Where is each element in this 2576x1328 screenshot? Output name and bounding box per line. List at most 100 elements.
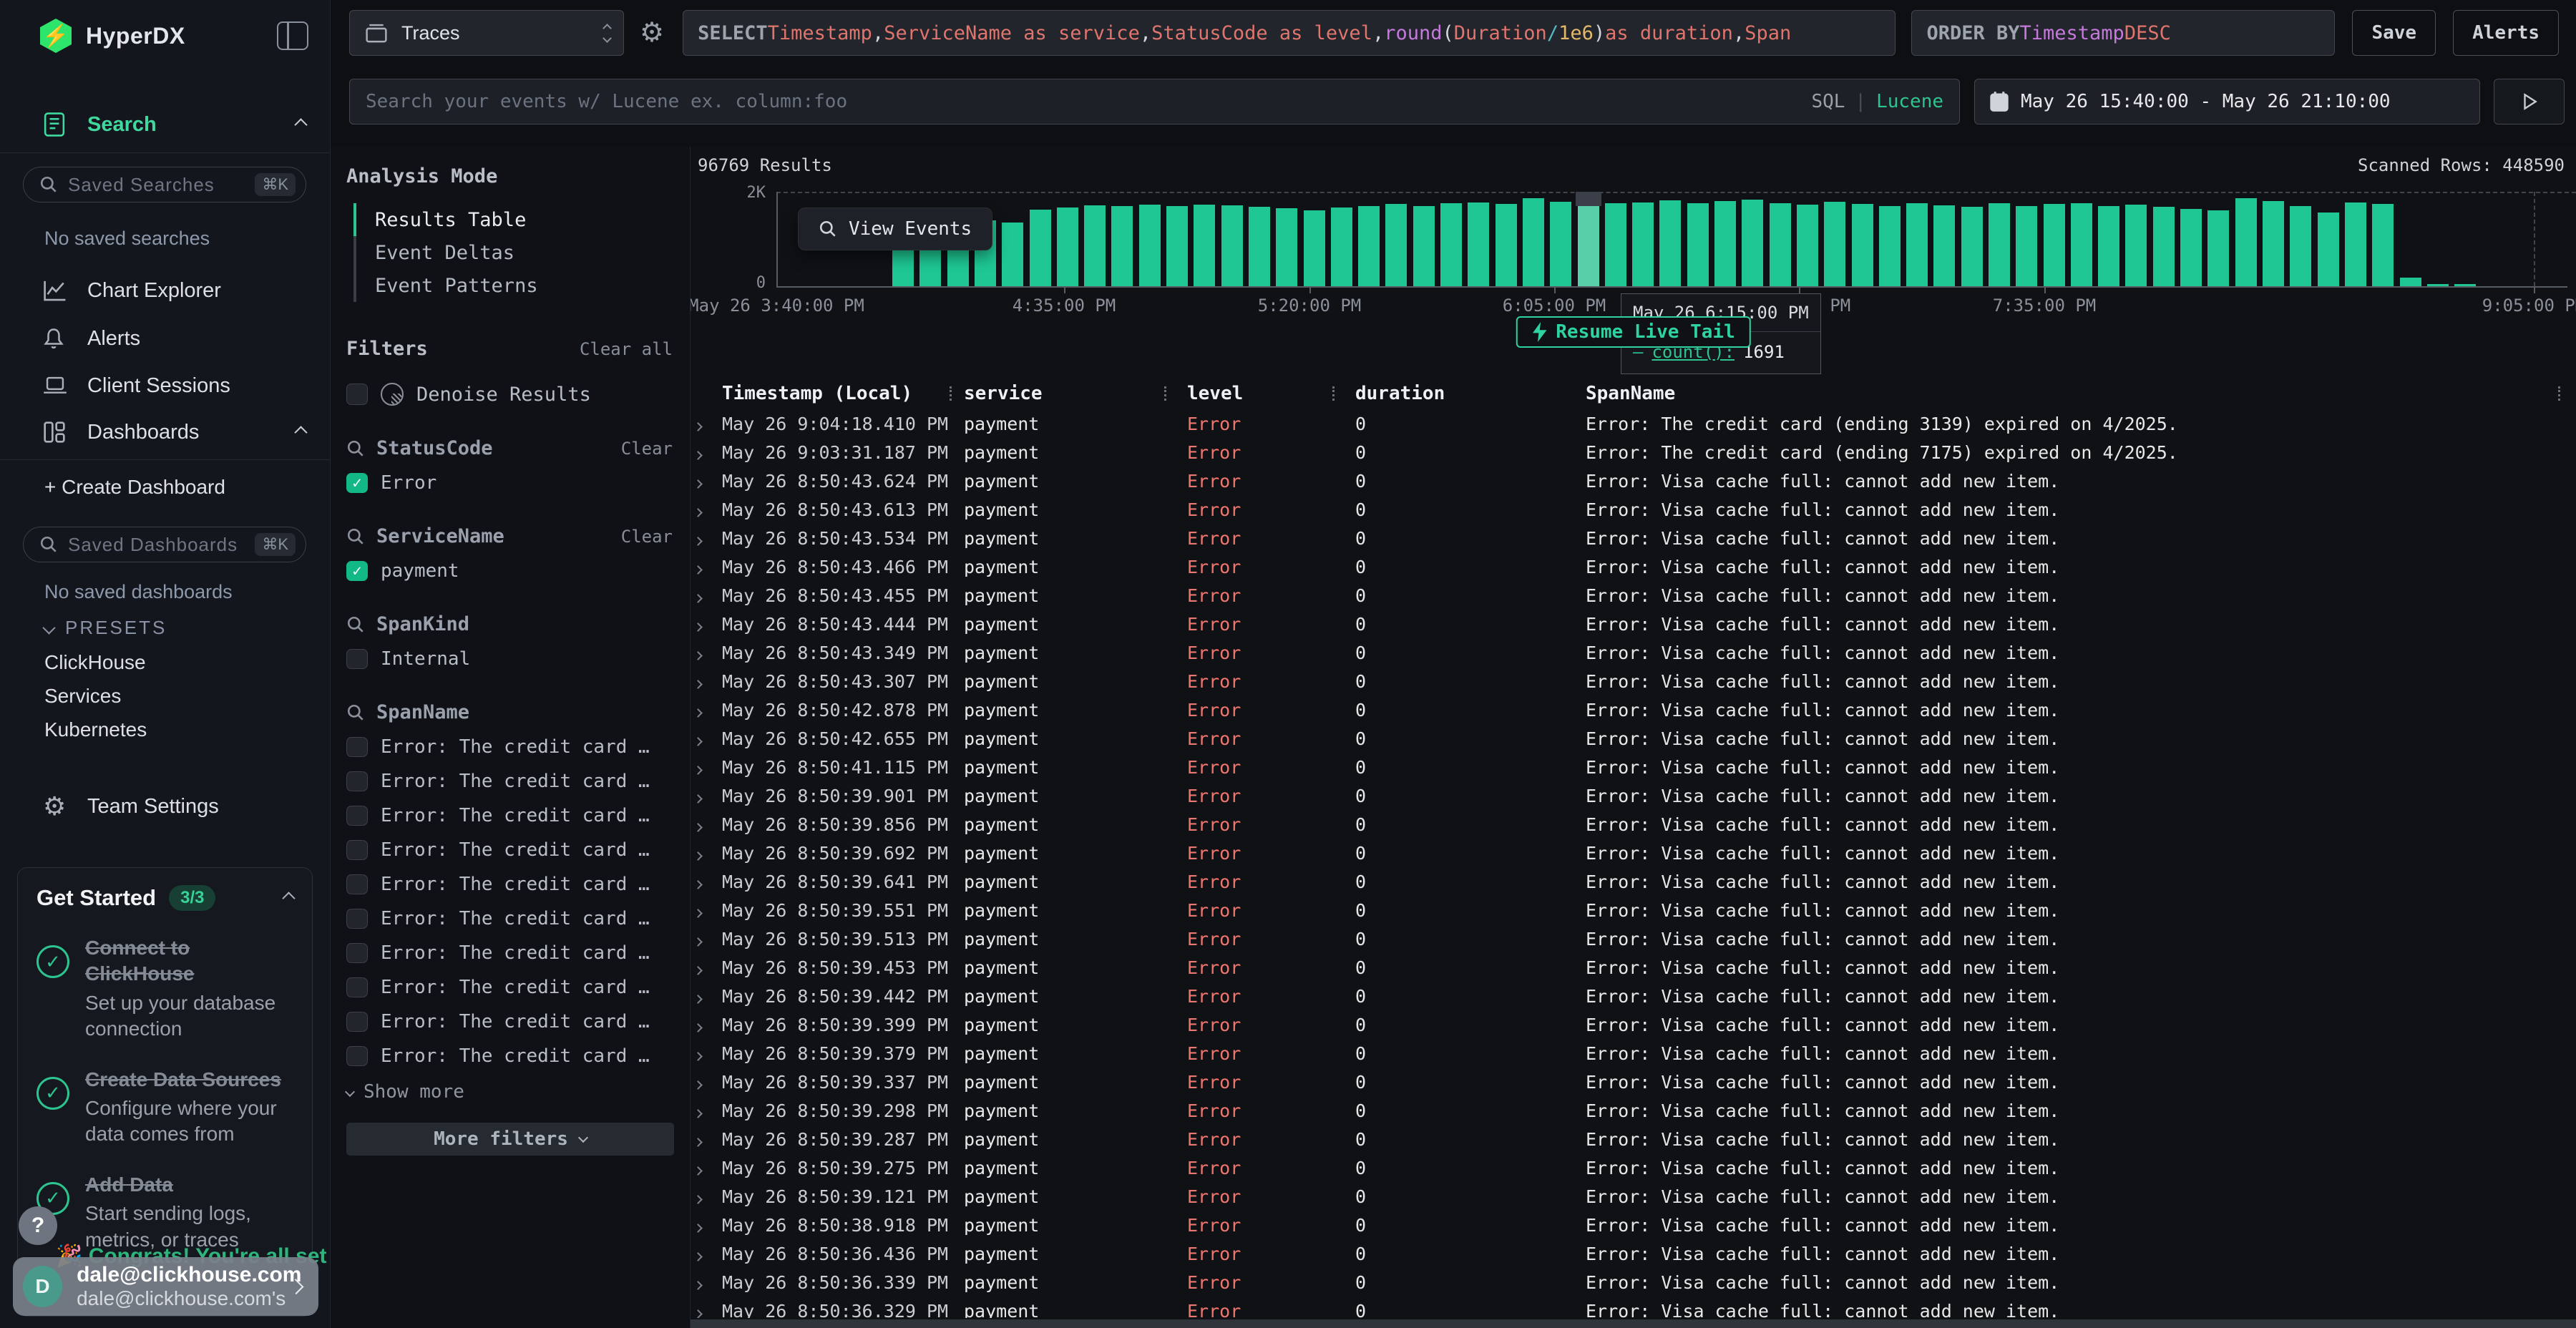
histogram-bar[interactable] [1906, 203, 1928, 286]
histogram-bar[interactable] [2180, 209, 2202, 286]
more-filters-button[interactable]: More filters [346, 1123, 674, 1156]
histogram-bar[interactable] [1057, 208, 1078, 286]
table-row[interactable]: May 26 8:50:42.655 PMpaymentError0Error:… [691, 724, 2576, 753]
filter-option[interactable]: Error: The credit card … [346, 805, 673, 826]
histogram-bar[interactable] [1550, 202, 1571, 286]
preset-item-services[interactable]: Services [44, 685, 121, 708]
filter-clear-button[interactable]: Clear [621, 527, 673, 547]
table-row[interactable]: May 26 8:50:39.287 PMpaymentError0Error:… [691, 1125, 2576, 1153]
histogram-bar[interactable] [2263, 201, 2284, 286]
filter-option[interactable]: Error: The credit card … [346, 771, 673, 792]
histogram-bar[interactable] [2427, 284, 2449, 286]
histogram-bar[interactable] [2454, 284, 2476, 286]
horizontal-scrollbar[interactable] [691, 1319, 2576, 1328]
histogram-bar[interactable] [1961, 207, 1983, 286]
event-search-input[interactable]: Search your events w/ Lucene ex. column:… [349, 79, 1960, 125]
filter-option[interactable]: Error: The credit card … [346, 1011, 673, 1032]
sidebar-item-chart-explorer[interactable]: Chart Explorer [0, 273, 330, 308]
run-search-button[interactable] [2494, 79, 2565, 125]
checkbox-unchecked[interactable] [346, 1046, 368, 1066]
histogram-bar[interactable] [1797, 205, 1818, 286]
lucene-mode-toggle[interactable]: Lucene [1876, 91, 1943, 112]
histogram-bar[interactable] [1496, 204, 1517, 286]
histogram-bar[interactable] [1221, 205, 1243, 286]
col-service[interactable]: service [960, 378, 1174, 409]
row-expand-chevron-icon[interactable] [691, 1244, 716, 1264]
chevron-up-icon[interactable] [282, 892, 295, 904]
checkbox-unchecked[interactable] [346, 806, 368, 826]
table-row[interactable]: May 26 9:04:18.410 PMpaymentError0Error:… [691, 409, 2576, 438]
row-expand-chevron-icon[interactable] [691, 1043, 716, 1064]
filter-option[interactable]: Error: The credit card … [346, 839, 673, 861]
row-expand-chevron-icon[interactable] [691, 986, 716, 1007]
save-button[interactable]: Save [2352, 10, 2436, 56]
row-expand-chevron-icon[interactable] [691, 585, 716, 606]
histogram-bar[interactable] [1385, 204, 1407, 286]
get-started-item[interactable]: ✓Connect to ClickHouseSet up your databa… [36, 935, 293, 1043]
order-by-editor[interactable]: ORDER BY Timestamp DESC [1911, 10, 2335, 56]
histogram-bar[interactable] [1166, 206, 1188, 286]
preset-item-kubernetes[interactable]: Kubernetes [44, 718, 147, 741]
table-row[interactable]: May 26 9:03:31.187 PMpaymentError0Error:… [691, 438, 2576, 467]
row-expand-chevron-icon[interactable] [691, 1186, 716, 1207]
checkbox-unchecked[interactable] [346, 977, 368, 997]
col-spanname[interactable]: SpanName [1571, 378, 2576, 409]
table-row[interactable]: May 26 8:50:43.455 PMpaymentError0Error:… [691, 581, 2576, 610]
checkbox-unchecked[interactable] [346, 840, 368, 860]
checkbox-unchecked[interactable] [346, 909, 368, 929]
checkbox-unchecked[interactable] [346, 943, 368, 963]
date-range-picker[interactable]: May 26 15:40:00 - May 26 21:10:00 [1974, 79, 2480, 125]
get-started-item[interactable]: ✓Add DataStart sending logs, metrics, or… [36, 1172, 293, 1253]
saved-searches-input[interactable]: Saved Searches ⌘K [23, 167, 306, 202]
table-row[interactable]: May 26 8:50:39.121 PMpaymentError0Error:… [691, 1182, 2576, 1211]
checkbox-unchecked[interactable] [346, 384, 368, 405]
user-menu[interactable]: D dale@clickhouse.com dale@clickhouse.co… [13, 1257, 318, 1316]
alerts-button[interactable]: Alerts [2453, 10, 2559, 56]
histogram-bar[interactable] [1933, 205, 1955, 286]
checkbox-unchecked[interactable] [346, 771, 368, 791]
table-row[interactable]: May 26 8:50:43.613 PMpaymentError0Error:… [691, 495, 2576, 524]
row-expand-chevron-icon[interactable] [691, 728, 716, 749]
histogram-bar[interactable] [1030, 210, 1051, 286]
histogram-bar[interactable] [1632, 202, 1654, 286]
row-expand-chevron-icon[interactable] [691, 1072, 716, 1093]
row-expand-chevron-icon[interactable] [691, 872, 716, 892]
histogram-bar[interactable] [2016, 206, 2037, 286]
table-row[interactable]: May 26 8:50:43.444 PMpaymentError0Error:… [691, 610, 2576, 638]
row-expand-chevron-icon[interactable] [691, 414, 716, 434]
row-expand-chevron-icon[interactable] [691, 786, 716, 806]
row-expand-chevron-icon[interactable] [691, 1100, 716, 1121]
filter-option[interactable]: Error: The credit card … [346, 942, 673, 964]
histogram-bar[interactable] [2153, 207, 2175, 286]
row-expand-chevron-icon[interactable] [691, 528, 716, 549]
histogram-bar[interactable] [2372, 204, 2394, 286]
row-expand-chevron-icon[interactable] [691, 700, 716, 721]
histogram-bar[interactable] [1824, 202, 1845, 286]
histogram-bar[interactable] [1578, 206, 1599, 286]
filter-option[interactable]: ✓payment [346, 560, 673, 582]
row-expand-chevron-icon[interactable] [691, 1272, 716, 1293]
histogram-bar[interactable] [2071, 203, 2092, 286]
histogram-bar[interactable] [1523, 198, 1544, 286]
histogram-bar[interactable] [2345, 202, 2366, 286]
table-row[interactable]: May 26 8:50:39.399 PMpaymentError0Error:… [691, 1010, 2576, 1039]
histogram-bar[interactable] [1742, 200, 1763, 286]
row-expand-chevron-icon[interactable] [691, 1301, 716, 1319]
histogram-bar[interactable] [1605, 203, 1626, 286]
view-events-button[interactable]: View Events [798, 208, 992, 250]
row-expand-chevron-icon[interactable] [691, 614, 716, 635]
row-expand-chevron-icon[interactable] [691, 643, 716, 663]
table-row[interactable]: May 26 8:50:43.349 PMpaymentError0Error:… [691, 638, 2576, 667]
analysis-mode-results-table[interactable]: Results Table [346, 203, 673, 236]
histogram-bar[interactable] [1331, 208, 1352, 286]
histogram-bar[interactable] [1687, 203, 1709, 286]
col-timestamp[interactable]: Timestamp (Local) [716, 378, 960, 409]
table-row[interactable]: May 26 8:50:43.534 PMpaymentError0Error:… [691, 524, 2576, 552]
table-row[interactable]: May 26 8:50:43.307 PMpaymentError0Error:… [691, 667, 2576, 695]
histogram-bar[interactable] [1194, 205, 1215, 286]
sidebar-item-alerts[interactable]: Alerts [0, 321, 330, 356]
table-row[interactable]: May 26 8:50:39.513 PMpaymentError0Error:… [691, 924, 2576, 953]
row-expand-chevron-icon[interactable] [691, 671, 716, 692]
histogram-bar[interactable] [1714, 201, 1736, 286]
table-row[interactable]: May 26 8:50:39.551 PMpaymentError0Error:… [691, 896, 2576, 924]
